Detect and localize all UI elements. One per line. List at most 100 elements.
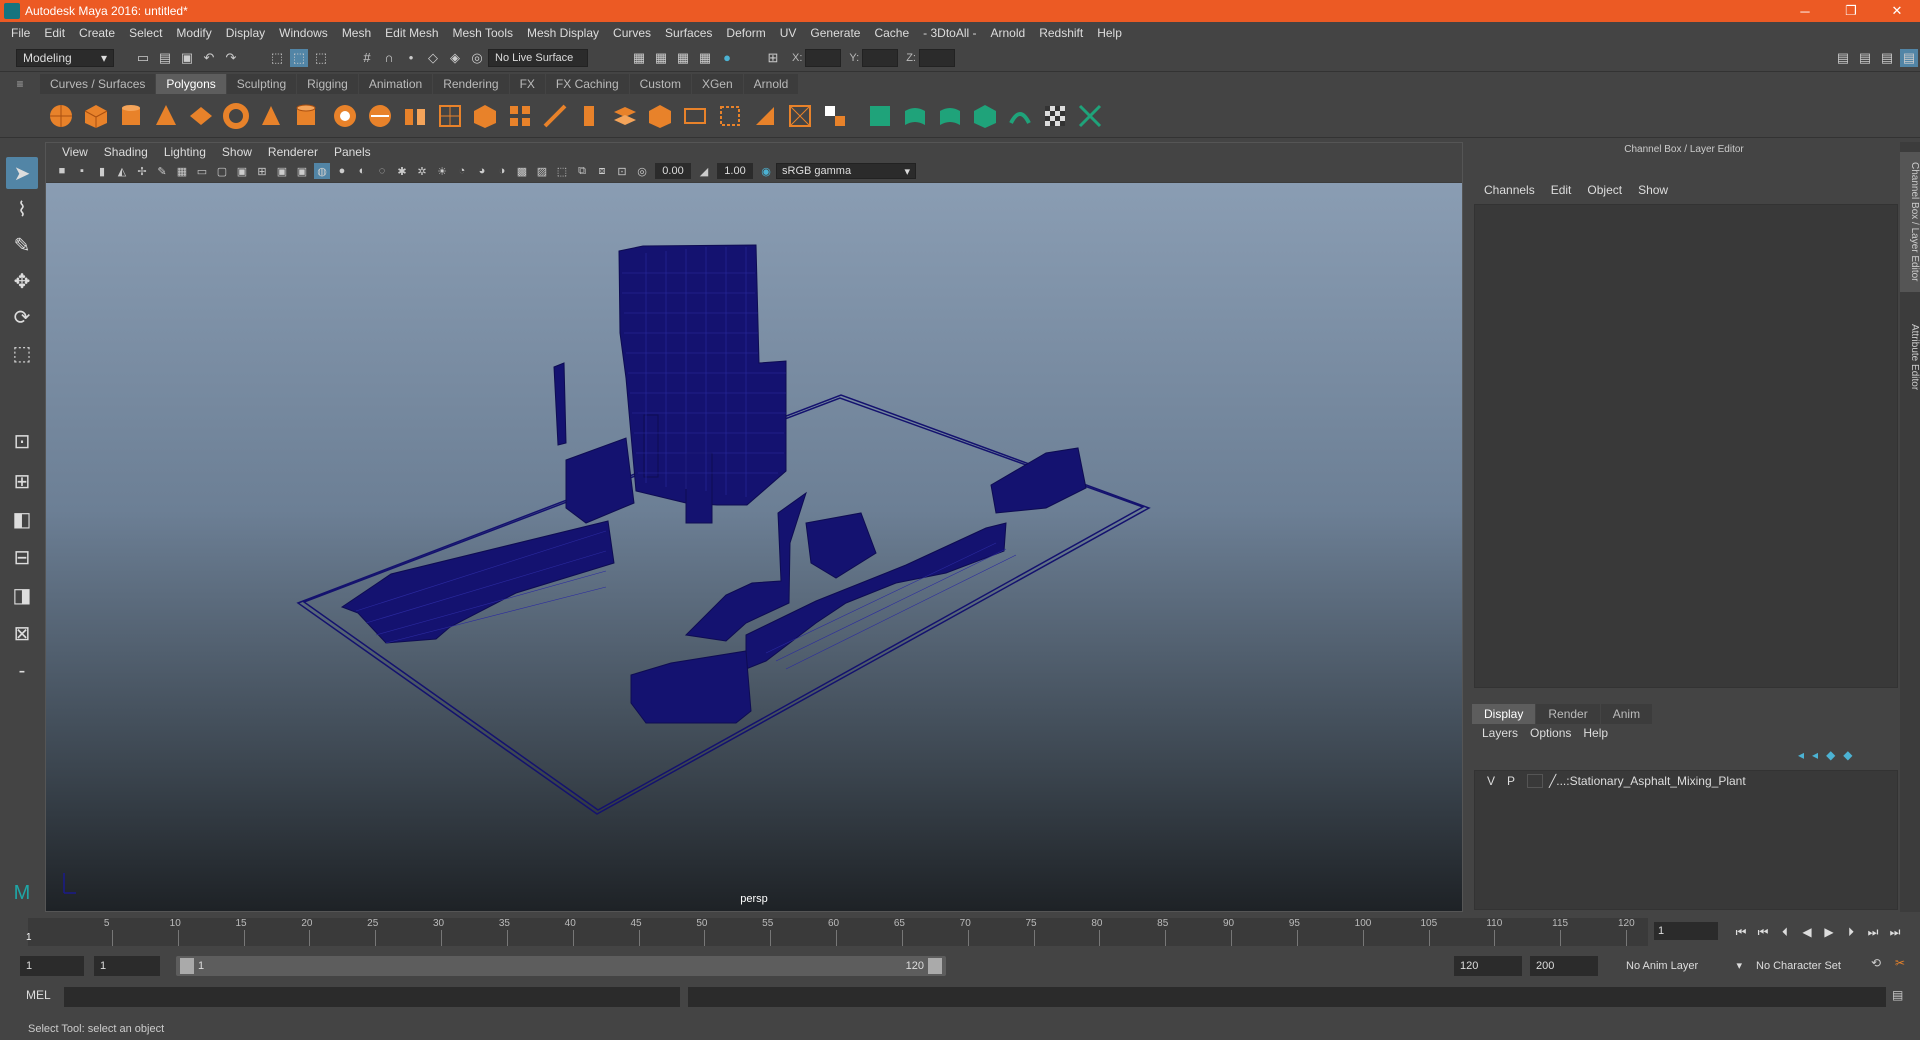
redo-icon[interactable]: ↷	[222, 49, 240, 67]
auto-key-icon[interactable]: ⟲	[1866, 956, 1886, 976]
merge-icon[interactable]	[680, 101, 710, 131]
vp-menu-view[interactable]: View	[54, 145, 96, 159]
xray-joints-icon[interactable]: ✲	[414, 163, 430, 179]
exposure-field[interactable]: 0.00	[655, 163, 691, 179]
play-backwards-icon[interactable]: ◀	[1796, 922, 1818, 942]
poly-cone-icon[interactable]	[151, 101, 181, 131]
snap-icon[interactable]	[1075, 101, 1105, 131]
exposure-icon[interactable]: ◎	[634, 163, 650, 179]
persp-outliner-layout-icon[interactable]: ◧	[6, 503, 38, 535]
film-gate-icon[interactable]: ▭	[194, 163, 210, 179]
safe-action-icon[interactable]: ▣	[274, 163, 290, 179]
vp-menu-panels[interactable]: Panels	[326, 145, 379, 159]
select-hierarchy-icon[interactable]: ⬚	[268, 49, 286, 67]
animation-end-field[interactable]: 200	[1530, 956, 1598, 976]
scale-tool-icon[interactable]: ⬚	[6, 337, 38, 369]
wireframe-on-shaded-icon[interactable]: ◌	[374, 163, 390, 179]
menu-cb-edit[interactable]: Edit	[1543, 183, 1580, 197]
poly-torus-icon[interactable]	[221, 101, 251, 131]
tab-animation[interactable]: Animation	[358, 74, 433, 94]
render-frame-icon[interactable]: ▦	[652, 49, 670, 67]
menu-channels[interactable]: Channels	[1476, 183, 1543, 197]
select-tool-icon[interactable]: ➤	[6, 157, 38, 189]
step-forward-key-icon[interactable]: ⏭	[1862, 922, 1884, 942]
menu-mesh-tools[interactable]: Mesh Tools	[446, 26, 520, 40]
uv-cylindrical-icon[interactable]	[865, 101, 895, 131]
gate-mask-icon[interactable]: ▣	[234, 163, 250, 179]
grid-icon[interactable]: ▦	[174, 163, 190, 179]
extract-icon[interactable]	[400, 101, 430, 131]
vp-menu-show[interactable]: Show	[214, 145, 260, 159]
menu-modify[interactable]: Modify	[169, 26, 218, 40]
toggle-modeling-toolkit-icon[interactable]: ▤	[1834, 49, 1852, 67]
tab-curves-surfaces[interactable]: Curves / Surfaces	[40, 74, 156, 94]
default-material-icon[interactable]: ◐	[354, 163, 370, 179]
menu-show[interactable]: Show	[1630, 183, 1676, 197]
wireframe-icon[interactable]: ◍	[314, 163, 330, 179]
uv-editor-icon[interactable]	[1005, 101, 1035, 131]
bevel-icon[interactable]	[715, 101, 745, 131]
xray-active-icon[interactable]: ⧉	[574, 163, 590, 179]
image-plane-icon[interactable]: ◭	[114, 163, 130, 179]
resolution-gate-icon[interactable]: ▢	[214, 163, 230, 179]
channel-box-area[interactable]	[1474, 204, 1898, 688]
ipr-render-icon[interactable]: ▦	[674, 49, 692, 67]
tab-anim[interactable]: Anim	[1600, 704, 1653, 724]
z-field[interactable]	[918, 48, 955, 67]
poly-pyramid-icon[interactable]	[256, 101, 286, 131]
single-perspective-layout-icon[interactable]: ⊡	[6, 425, 38, 457]
menu-file[interactable]: File	[4, 26, 37, 40]
snap-surface-icon[interactable]: ◈	[446, 49, 464, 67]
uv-planar-icon[interactable]	[820, 101, 850, 131]
menu-display[interactable]: Display	[219, 26, 272, 40]
render-view-icon[interactable]: ▦	[630, 49, 648, 67]
isolate-select-icon[interactable]: ⬚	[554, 163, 570, 179]
camera-attributes-icon[interactable]: ▪	[74, 163, 90, 179]
save-scene-icon[interactable]: ▣	[178, 49, 196, 67]
make-live-icon[interactable]: ◎	[468, 49, 486, 67]
uv-editor-layout-icon[interactable]: ⊠	[6, 617, 38, 649]
menu-generate[interactable]: Generate	[803, 26, 867, 40]
move-layer-up-icon[interactable]: ◂	[1798, 748, 1804, 762]
frame-selected-icon[interactable]: ⊡	[614, 163, 630, 179]
range-end-handle[interactable]	[928, 958, 942, 974]
close-button[interactable]: ✕	[1874, 0, 1920, 22]
hypershade-layout-icon[interactable]: ◨	[6, 579, 38, 611]
mel-label[interactable]: MEL	[26, 988, 51, 1002]
color-management-icon[interactable]: ◉	[758, 163, 774, 179]
rotate-tool-icon[interactable]: ⟳	[6, 301, 38, 333]
vp-menu-lighting[interactable]: Lighting	[156, 145, 214, 159]
tab-xgen[interactable]: XGen	[691, 74, 743, 94]
menu-3dtoall[interactable]: - 3DtoAll -	[916, 26, 983, 40]
snap-view-icon[interactable]: ◇	[424, 49, 442, 67]
move-tool-icon[interactable]: ✥	[6, 265, 38, 297]
depth-of-field-icon[interactable]: ▨	[534, 163, 550, 179]
new-layer-selected-icon[interactable]: ◆	[1843, 748, 1852, 762]
menu-edit-mesh[interactable]: Edit Mesh	[378, 26, 445, 40]
y-field[interactable]	[862, 48, 899, 67]
range-slider[interactable]: 1 120	[176, 956, 946, 976]
extrude-icon[interactable]	[575, 101, 605, 131]
uv-spherical-icon[interactable]	[900, 101, 930, 131]
four-view-layout-icon[interactable]: ⊞	[6, 465, 38, 497]
menu-layer-help[interactable]: Help	[1577, 726, 1614, 740]
menu-layers[interactable]: Layers	[1476, 726, 1524, 740]
menu-redshift[interactable]: Redshift	[1032, 26, 1090, 40]
vp-menu-shading[interactable]: Shading	[96, 145, 156, 159]
tab-polygons[interactable]: Polygons	[156, 74, 226, 94]
tab-fx-caching[interactable]: FX Caching	[545, 74, 629, 94]
undo-icon[interactable]: ↶	[200, 49, 218, 67]
command-input[interactable]	[64, 987, 680, 1007]
safe-title-icon[interactable]: ▣	[294, 163, 310, 179]
use-all-lights-icon[interactable]: ☀	[434, 163, 450, 179]
tab-rigging[interactable]: Rigging	[297, 74, 358, 94]
select-object-icon[interactable]: ⬚	[290, 48, 308, 67]
persp-graph-layout-icon[interactable]: ⊟	[6, 541, 38, 573]
maximize-button[interactable]: ❐	[1828, 0, 1874, 22]
character-set-dropdown[interactable]: No Character Set	[1750, 956, 1864, 976]
new-scene-icon[interactable]: ▭	[134, 49, 152, 67]
target-weld-icon[interactable]	[785, 101, 815, 131]
range-start-handle[interactable]	[180, 958, 194, 974]
playback-start-field[interactable]: 1	[94, 956, 160, 976]
go-to-start-icon[interactable]: ⏮	[1730, 922, 1752, 942]
